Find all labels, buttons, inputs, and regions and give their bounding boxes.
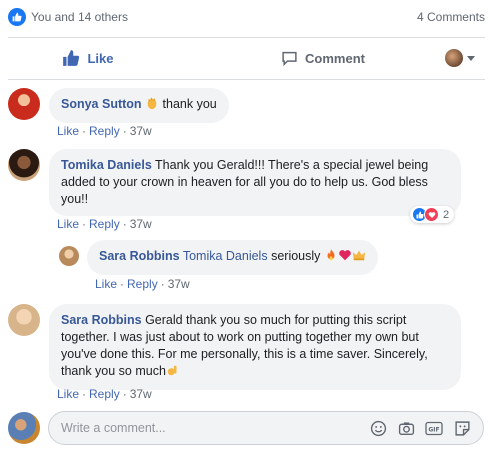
clapping-hands-emoji-icon [145,96,159,115]
comment-actions: Like · Reply · 37w [57,217,152,231]
chevron-down-icon [467,55,475,61]
comment-bubble-icon [282,51,297,66]
comment-item: Sonya Sutton thank you [8,88,229,123]
comment-actions: Like · Reply · 37w [57,387,152,401]
reactions-summary-link[interactable]: You and 14 others [8,8,128,26]
post-as-selector[interactable] [445,49,475,67]
avatar[interactable] [59,246,79,266]
comment-timestamp[interactable]: 37w [130,217,152,231]
divider [8,79,485,80]
crown-emoji-icon [352,248,366,267]
comment-button-label: Comment [305,50,365,66]
comment-author[interactable]: Sara Robbins [99,249,180,263]
sticker-icon[interactable] [453,419,471,437]
like-button-label: Like [87,50,114,66]
comment-like-link[interactable]: Like [57,387,79,401]
comment-author[interactable]: Sara Robbins [61,313,142,327]
thumbs-up-icon [63,50,80,66]
gif-icon[interactable]: GIF [425,419,443,437]
reactions-text: You and 14 others [31,10,128,24]
reaction-summary: You and 14 others 4 Comments [8,7,485,27]
comments-count-link[interactable]: 4 Comments [417,10,485,24]
comment-composer: GIF [48,411,484,445]
comment-actions: Like · Reply · 37w [95,277,190,291]
comment-actions: Like · Reply · 37w [57,124,152,138]
comment-like-link[interactable]: Like [57,217,79,231]
tagged-user-link[interactable]: Tomika Daniels [183,249,268,263]
avatar[interactable] [8,304,40,336]
reply-bubble: Sara Robbins Tomika Daniels seriously [87,240,378,275]
comment-timestamp[interactable]: 37w [168,277,190,291]
reaction-count: 2 [443,208,450,221]
comment-like-link[interactable]: Like [95,277,117,291]
heart-emoji-icon [338,248,352,267]
comment-timestamp[interactable]: 37w [130,387,152,401]
comment-text: thank you [162,97,217,111]
comment-reply-link[interactable]: Reply [89,387,120,401]
current-user-avatar[interactable] [8,412,40,444]
comment-timestamp[interactable]: 37w [130,124,152,138]
action-bar: Like Comment [8,38,485,78]
comment-input[interactable] [61,421,369,435]
svg-text:GIF: GIF [428,426,439,433]
like-reaction-icon [8,8,26,26]
emoji-picker-icon[interactable] [369,419,387,437]
comment-author[interactable]: Sonya Sutton [61,97,142,111]
composer-tools: GIF [369,419,471,437]
comment-button[interactable]: Comment [223,50,423,67]
ok-hand-emoji-icon [166,363,180,382]
reply-item: Sara Robbins Tomika Daniels seriously [59,240,378,275]
comment-item: Tomika Daniels Thank you Gerald!!! There… [8,149,461,216]
comment-author[interactable]: Tomika Daniels [61,158,152,172]
love-reaction-icon [424,207,439,222]
comment-bubble: Sara Robbins Gerald thank you so much fo… [49,304,461,390]
comment-reactions[interactable]: 2 [410,206,455,223]
comment-reply-link[interactable]: Reply [89,217,120,231]
viewer-avatar [445,49,463,67]
like-button[interactable]: Like [8,49,168,67]
avatar[interactable] [8,88,40,120]
comment-bubble: Sonya Sutton thank you [49,88,229,123]
fire-emoji-icon [324,248,338,267]
comment-like-link[interactable]: Like [57,124,79,138]
comment-text: seriously [271,249,321,263]
avatar[interactable] [8,149,40,181]
comment-bubble: Tomika Daniels Thank you Gerald!!! There… [49,149,461,216]
comment-item: Sara Robbins Gerald thank you so much fo… [8,304,461,390]
comment-reply-link[interactable]: Reply [127,277,158,291]
camera-icon[interactable] [397,419,415,437]
comment-reply-link[interactable]: Reply [89,124,120,138]
